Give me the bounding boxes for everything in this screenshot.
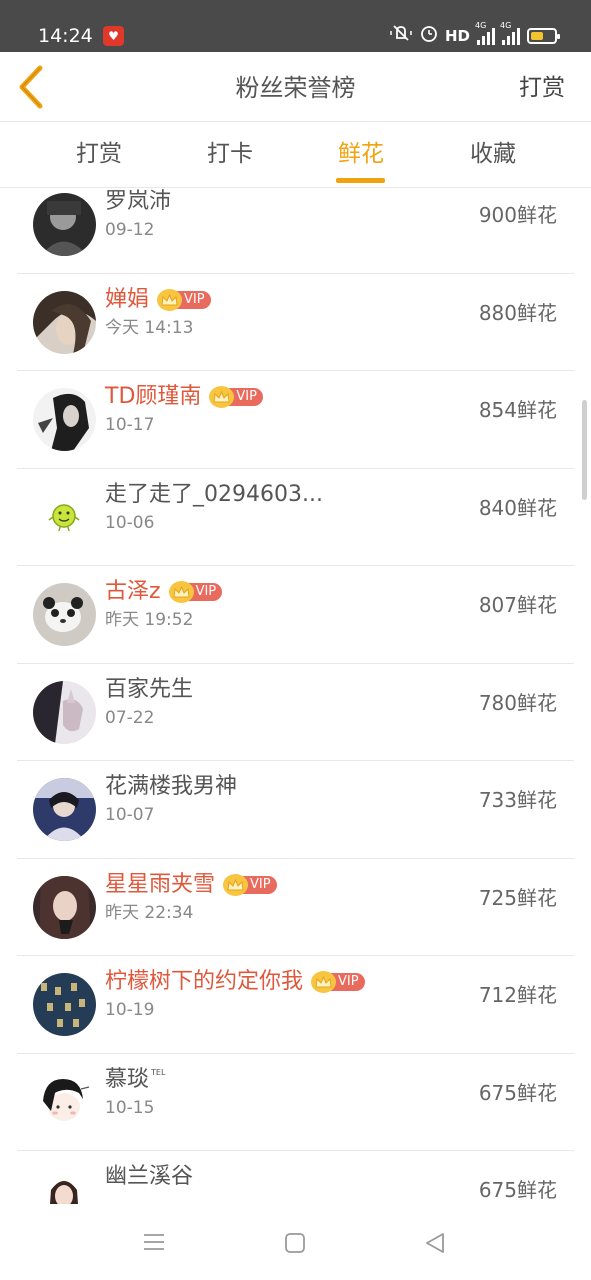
avatar[interactable] (33, 583, 96, 646)
avatar[interactable] (33, 1168, 96, 1204)
list-item[interactable]: 婵娟 VIP 今天 14:13 880鲜花 (17, 274, 574, 371)
menu-button[interactable] (143, 1232, 165, 1256)
list-item[interactable]: 罗岚沛 09-12 900鲜花 (17, 189, 574, 274)
back-triangle-icon (426, 1233, 444, 1253)
home-button[interactable] (284, 1232, 306, 1258)
tab-reward[interactable]: 打赏 (54, 138, 144, 170)
signal-4g-icon: 4G (500, 21, 520, 45)
tab-checkin[interactable]: 打卡 (185, 138, 275, 170)
avatar[interactable] (33, 973, 96, 1036)
avatar[interactable] (33, 388, 96, 451)
scrollbar[interactable] (582, 400, 587, 500)
avatar[interactable] (33, 875, 96, 939)
active-tab-indicator (336, 178, 385, 183)
fan-date: 07-22 (105, 707, 155, 728)
fan-name: 罗岚沛 (105, 189, 172, 214)
avatar[interactable] (33, 680, 96, 744)
list-item[interactable]: TD顾瑾南 VIP 10-17 854鲜花 (17, 371, 574, 469)
heart-app-icon: ♥ (103, 26, 124, 46)
vip-badge: VIP (168, 581, 223, 603)
alarm-icon (420, 24, 438, 49)
avatar[interactable] (33, 193, 96, 256)
crown-icon (311, 971, 337, 993)
crown-icon (223, 873, 249, 896)
fan-name: 柠檬树下的约定你我 (105, 969, 304, 994)
fan-date: 今天 14:13 (105, 317, 194, 338)
fan-name: 花满楼我男神 (105, 774, 238, 799)
menu-icon (144, 1234, 164, 1250)
flower-count: 854鲜花 (478, 398, 557, 422)
vip-badge: VIP (311, 971, 365, 993)
vip-badge: VIP (223, 873, 277, 896)
reward-button[interactable]: 打赏 (519, 72, 565, 104)
flower-count: 712鲜花 (478, 983, 557, 1007)
tab-favorites[interactable]: 收藏 (448, 138, 538, 170)
flower-count: 675鲜花 (478, 1178, 557, 1202)
fan-date: 昨天 22:34 (105, 902, 194, 923)
fan-ranking-list[interactable]: 罗岚沛 09-12 900鲜花 婵娟 VIP 今天 14:13 880鲜花 TD… (0, 189, 591, 1204)
name-superscript: TEL (151, 1067, 166, 1077)
fan-name: 走了走了_0294603... (105, 481, 323, 507)
signal-4g-icon: 4G (475, 21, 495, 45)
flower-count: 900鲜花 (478, 203, 557, 227)
app-header: 粉丝荣誉榜 打赏 (0, 52, 591, 122)
back-nav-button[interactable] (424, 1232, 446, 1258)
battery-icon (527, 28, 560, 44)
fan-name: 百家先生 (105, 676, 194, 702)
status-icons: HD 4G 4G (389, 21, 560, 49)
list-item[interactable]: 古泽z VIP 昨天 19:52 807鲜花 (17, 566, 574, 664)
home-square-icon (285, 1233, 305, 1253)
list-item[interactable]: 星星雨夹雪 VIP 昨天 22:34 725鲜花 (17, 859, 574, 956)
page-title: 粉丝荣誉榜 (235, 74, 356, 102)
flower-count: 780鲜花 (478, 690, 557, 715)
list-item[interactable]: 花满楼我男神 10-07 733鲜花 (17, 761, 574, 859)
mute-vibrate-icon (389, 24, 413, 49)
crown-icon (168, 581, 194, 603)
flower-count: 675鲜花 (478, 1080, 557, 1105)
avatar[interactable] (33, 778, 96, 841)
list-item[interactable]: 百家先生 07-22 780鲜花 (17, 664, 574, 761)
status-bar: 14:24 ♥ HD 4G 4G (0, 0, 591, 52)
list-item[interactable]: 走了走了_0294603... 10-06 840鲜花 (17, 469, 574, 566)
tab-flowers[interactable]: 鲜花 (316, 138, 406, 170)
chevron-left-icon (19, 65, 43, 109)
flower-count: 807鲜花 (478, 593, 557, 617)
flower-count: 725鲜花 (478, 885, 557, 910)
flower-count: 880鲜花 (478, 300, 557, 325)
fan-date: 10-17 (105, 415, 155, 435)
fan-date: 10-15 (105, 1097, 155, 1118)
tab-bar: 打赏 打卡 鲜花 收藏 (0, 122, 591, 188)
vip-badge: VIP (209, 386, 263, 408)
back-button[interactable] (10, 60, 56, 114)
fan-date: 09-12 (105, 220, 155, 240)
flower-count: 840鲜花 (478, 495, 557, 520)
fan-name: 幽兰溪谷 (105, 1164, 194, 1189)
fan-name: 古泽z (105, 579, 161, 604)
hd-icon: HD (444, 27, 470, 45)
fan-date: 10-07 (105, 805, 155, 825)
system-nav-bar (0, 1204, 591, 1280)
avatar[interactable] (33, 290, 96, 354)
crown-icon (157, 288, 183, 311)
battery-fill (531, 32, 544, 40)
avatar[interactable] (33, 1070, 96, 1134)
list-item[interactable]: 慕琰 TEL 10-15 675鲜花 (17, 1054, 574, 1151)
fan-name: 慕琰 (105, 1066, 150, 1092)
fan-name: TD顾瑾南 (105, 384, 202, 409)
fan-date: 昨天 19:52 (105, 610, 194, 630)
avatar[interactable] (33, 485, 96, 549)
fan-name: 婵娟 (105, 286, 150, 312)
status-time: 14:24 (38, 25, 93, 47)
vip-badge: VIP (157, 288, 211, 311)
fan-date: 10-06 (105, 512, 155, 533)
fan-name: 星星雨夹雪 (105, 871, 216, 897)
list-item[interactable]: 柠檬树下的约定你我 VIP 10-19 712鲜花 (17, 956, 574, 1054)
fan-date: 10-19 (105, 1000, 155, 1020)
flower-count: 733鲜花 (478, 788, 557, 812)
list-item[interactable]: 幽兰溪谷 675鲜花 (17, 1151, 574, 1204)
